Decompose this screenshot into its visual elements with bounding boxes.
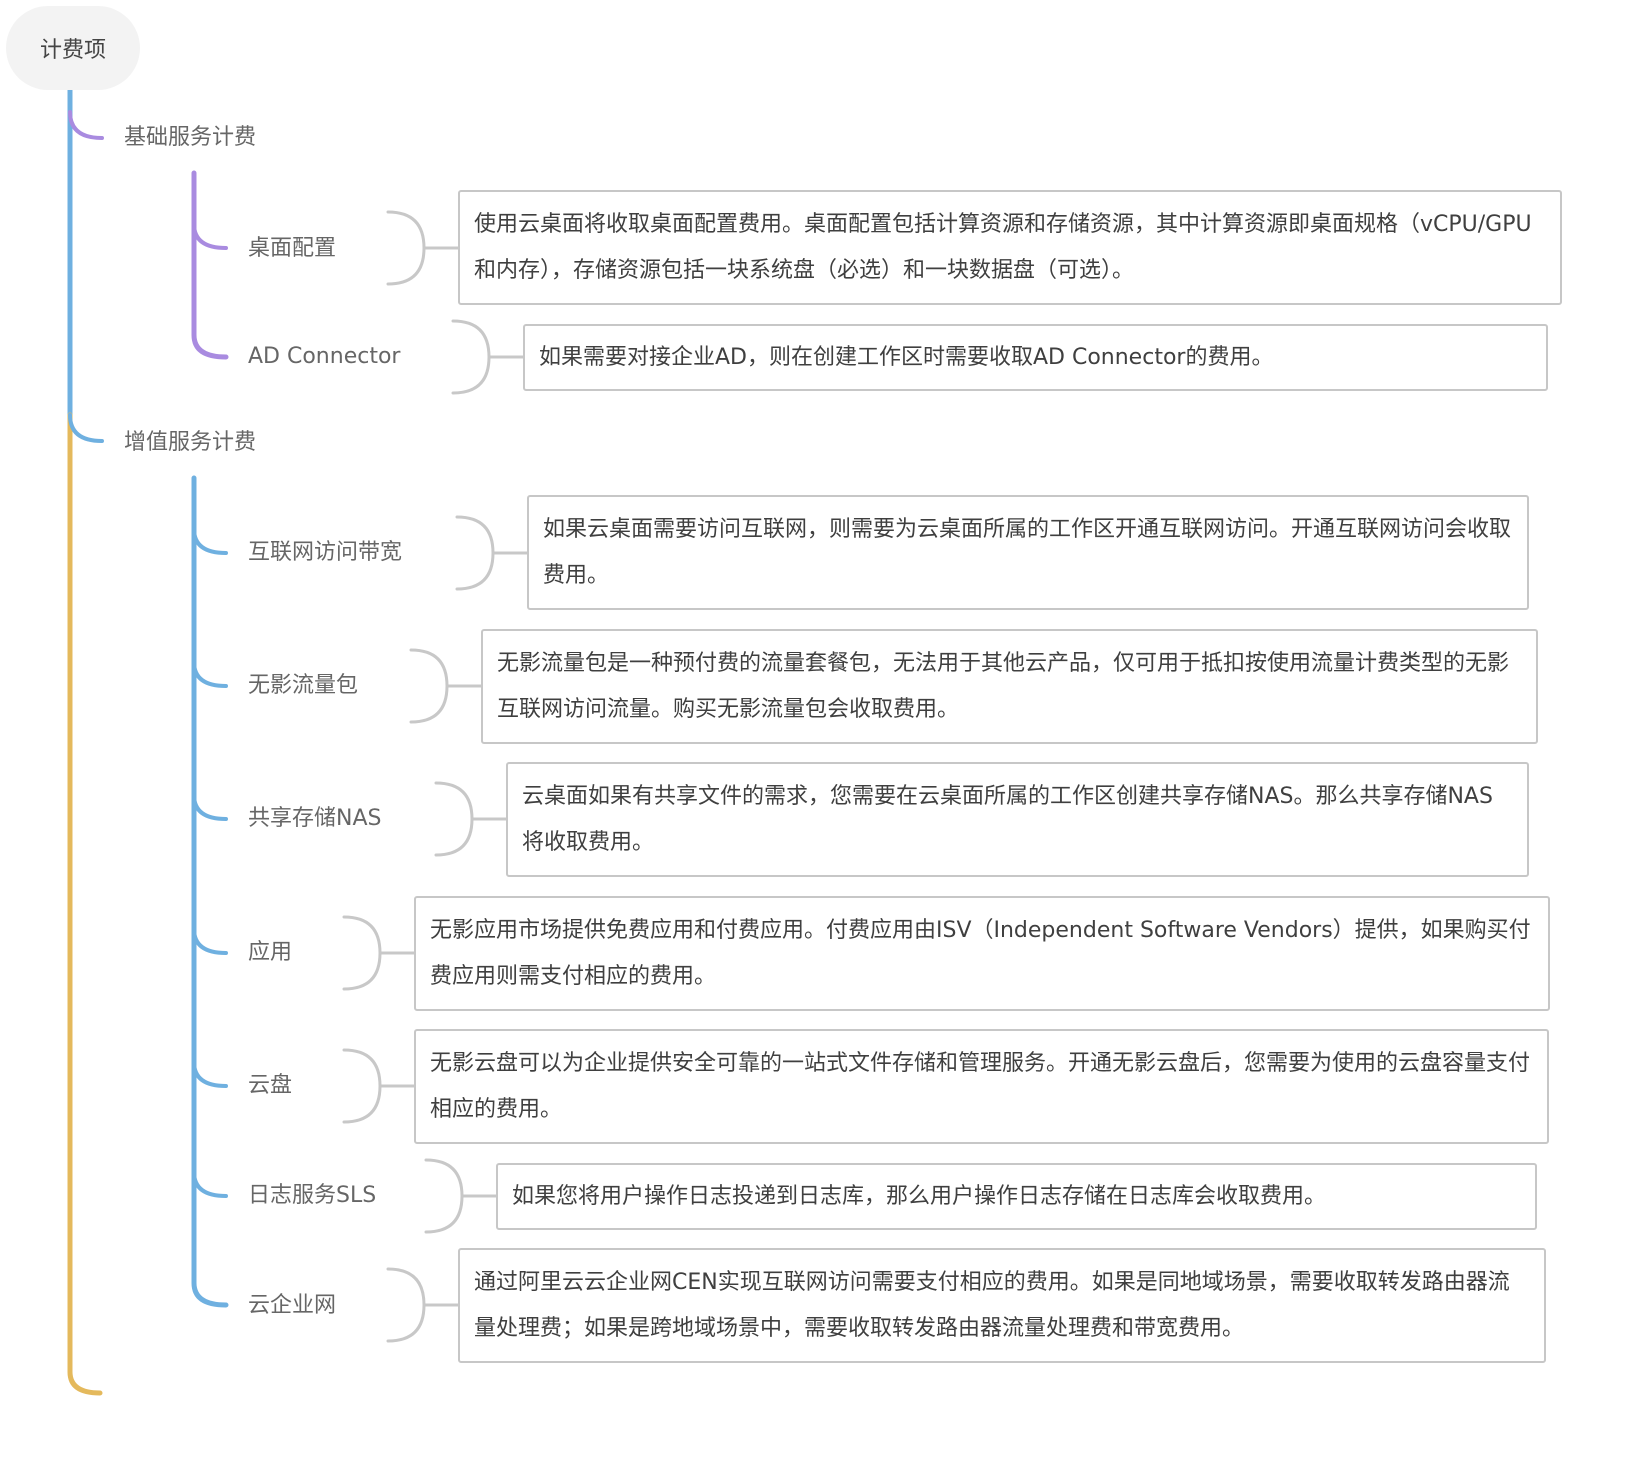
leaf-node-label: AD Connector (248, 344, 401, 369)
leaf-node-label: 云盘 (248, 1073, 293, 1098)
leaf-node-label: 云企业网 (248, 1293, 337, 1318)
branch-leaf-apps (192, 927, 228, 955)
description-text: 无影应用市场提供免费应用和付费应用。付费应用由ISV（Independent S… (430, 917, 1531, 989)
leaf-node-sls: 日志服务SLS (248, 1181, 376, 1211)
branch-group-value-added (68, 413, 104, 443)
group-node-basic: 基础服务计费 (124, 123, 256, 153)
description-text: 如果云桌面需要访问互联网，则需要为云桌面所属的工作区开通互联网访问。开通互联网访… (543, 516, 1512, 588)
leaf-node-desktop-config: 桌面配置 (248, 234, 336, 264)
branch-value-added-trunk (191, 475, 229, 1308)
group-node-value-added-label: 增值服务计费 (124, 430, 257, 455)
trunk-line-lower (67, 412, 103, 1396)
bracket-ad-connector (451, 319, 525, 395)
bracket-apps (342, 915, 416, 991)
description-box-sls: 如果您将用户操作日志投递到日志库，那么用户操作日志存储在日志库会收取费用。 (496, 1163, 1537, 1230)
bracket-cen (386, 1267, 460, 1343)
bracket-internet-bandwidth (455, 515, 529, 591)
branch-leaf-traffic-package (192, 660, 228, 688)
leaf-node-label: 桌面配置 (248, 236, 337, 261)
leaf-node-cloud-disk: 云盘 (248, 1071, 292, 1101)
billing-mind-map: 计费项 基础服务计费 增值服务计费 桌面配置 AD Connector 互联网访… (0, 0, 1637, 1476)
leaf-node-label: 无影流量包 (248, 673, 359, 698)
description-box-desktop-config: 使用云桌面将收取桌面配置费用。桌面配置包括计算资源和存储资源，其中计算资源即桌面… (458, 190, 1562, 305)
description-text: 如果需要对接企业AD，则在创建工作区时需要收取AD Connector的费用。 (539, 344, 1274, 370)
branch-group-basic (68, 110, 104, 140)
description-box-ad-connector: 如果需要对接企业AD，则在创建工作区时需要收取AD Connector的费用。 (523, 324, 1548, 391)
bracket-traffic-package (409, 648, 483, 724)
leaf-node-internet-bandwidth: 互联网访问带宽 (248, 538, 402, 568)
root-node: 计费项 (6, 6, 140, 90)
leaf-node-label: 共享存储NAS (248, 806, 382, 831)
description-box-cloud-disk: 无影云盘可以为企业提供安全可靠的一站式文件存储和管理服务。开通无影云盘后，您需要… (414, 1029, 1549, 1144)
description-text: 如果您将用户操作日志投递到日志库，那么用户操作日志存储在日志库会收取费用。 (512, 1183, 1327, 1209)
group-node-basic-label: 基础服务计费 (124, 125, 257, 150)
description-text: 云桌面如果有共享文件的需求，您需要在云桌面所属的工作区创建共享存储NAS。那么共… (522, 783, 1493, 855)
description-box-cen: 通过阿里云云企业网CEN实现互联网访问需要支付相应的费用。如果是同地域场景，需要… (458, 1248, 1546, 1363)
description-box-apps: 无影应用市场提供免费应用和付费应用。付费应用由ISV（Independent S… (414, 896, 1550, 1011)
leaf-node-label: 日志服务SLS (248, 1183, 377, 1208)
description-box-traffic-package: 无影流量包是一种预付费的流量套餐包，无法用于其他云产品，仅可用于抵扣按使用流量计… (481, 629, 1538, 744)
leaf-node-shared-nas: 共享存储NAS (248, 804, 381, 834)
description-text: 无影流量包是一种预付费的流量套餐包，无法用于其他云产品，仅可用于抵扣按使用流量计… (497, 650, 1510, 722)
branch-leaf-shared-nas (192, 793, 228, 821)
description-box-internet-bandwidth: 如果云桌面需要访问互联网，则需要为云桌面所属的工作区开通互联网访问。开通互联网访… (527, 495, 1529, 610)
bracket-sls (424, 1158, 498, 1234)
bracket-shared-nas (434, 781, 508, 857)
leaf-node-label: 互联网访问带宽 (248, 540, 403, 565)
bracket-desktop-config (386, 210, 460, 286)
leaf-node-label: 应用 (248, 940, 293, 965)
branch-leaf-sls (192, 1170, 228, 1198)
leaf-node-traffic-package: 无影流量包 (248, 671, 358, 701)
leaf-node-apps: 应用 (248, 938, 292, 968)
root-node-label: 计费项 (39, 38, 106, 63)
description-text: 无影云盘可以为企业提供安全可靠的一站式文件存储和管理服务。开通无影云盘后，您需要… (430, 1050, 1531, 1122)
branch-leaf-desktop-config (192, 222, 228, 250)
group-node-value-added: 增值服务计费 (124, 428, 256, 458)
description-text: 通过阿里云云企业网CEN实现互联网访问需要支付相应的费用。如果是同地域场景，需要… (474, 1269, 1510, 1341)
leaf-node-ad-connector: AD Connector (248, 342, 400, 372)
description-text: 使用云桌面将收取桌面配置费用。桌面配置包括计算资源和存储资源，其中计算资源即桌面… (474, 211, 1532, 283)
branch-basic-trunk (191, 170, 229, 360)
branch-leaf-cloud-disk (192, 1060, 228, 1088)
description-box-shared-nas: 云桌面如果有共享文件的需求，您需要在云桌面所属的工作区创建共享存储NAS。那么共… (506, 762, 1529, 877)
leaf-node-cen: 云企业网 (248, 1291, 336, 1321)
bracket-cloud-disk (342, 1048, 416, 1124)
branch-leaf-internet-bandwidth (192, 527, 228, 555)
